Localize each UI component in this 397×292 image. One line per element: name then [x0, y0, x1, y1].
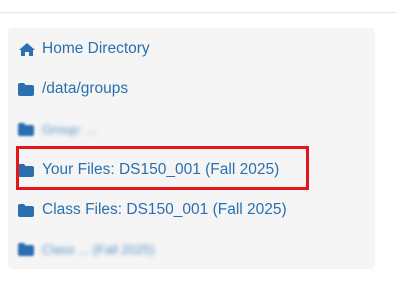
nav-item-class-redacted[interactable]: Class ... (Fall 2025) [18, 234, 155, 264]
nav-item-group-redacted[interactable]: Group: ... [18, 114, 96, 144]
nav-item-label: Class Files: DS150_001 (Fall 2025) [42, 201, 287, 218]
top-divider [0, 12, 397, 13]
highlight-box [16, 146, 309, 190]
folder-icon [18, 81, 36, 97]
nav-item-label: Group: ... [42, 121, 97, 137]
folder-icon [18, 121, 36, 137]
home-icon [18, 41, 36, 57]
nav-item-label: Class ... (Fall 2025) [42, 241, 155, 257]
folder-icon [18, 202, 36, 218]
nav-item-home-directory[interactable]: Home Directory [18, 34, 150, 64]
nav-item-class-files[interactable]: Class Files: DS150_001 (Fall 2025) [18, 195, 287, 225]
nav-item-label: /data/groups [42, 80, 129, 97]
nav-item-label: Home Directory [42, 40, 150, 57]
nav-item-data-groups[interactable]: /data/groups [18, 74, 128, 104]
folder-icon [18, 241, 36, 257]
